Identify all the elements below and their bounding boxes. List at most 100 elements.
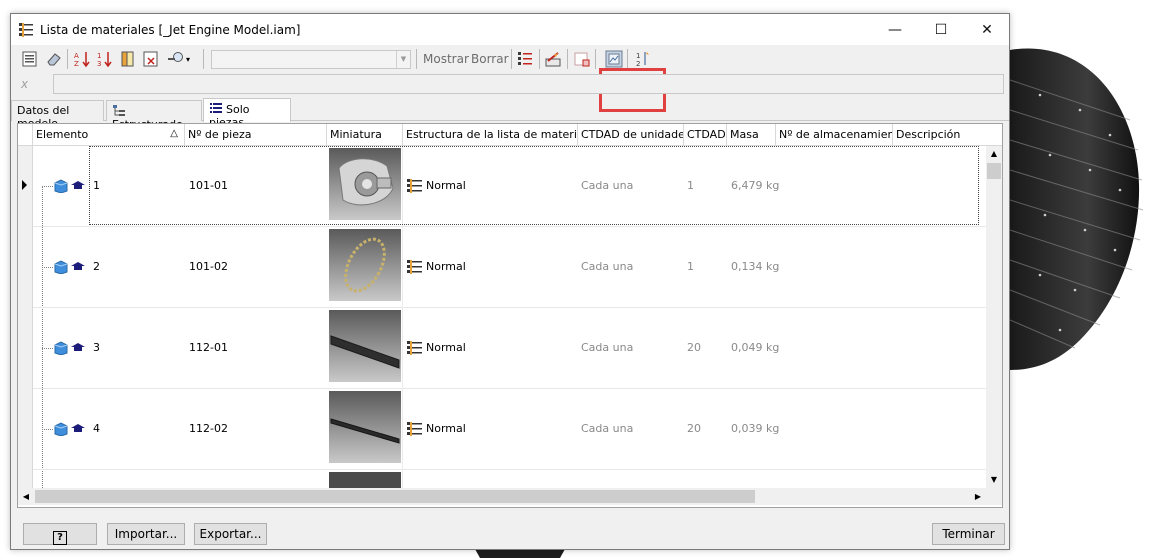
- column-header-unit-qty[interactable]: CTDAD de unidades: [578, 124, 684, 146]
- toolbar-separator: [511, 49, 512, 69]
- toolbar-separator: [567, 49, 568, 69]
- scroll-up-icon[interactable]: ▲: [986, 146, 1002, 162]
- parts-only-icon: [210, 103, 222, 113]
- row-selector[interactable]: [18, 389, 33, 470]
- scroll-right-icon[interactable]: ▶: [970, 488, 986, 505]
- svg-text:1: 1: [97, 52, 101, 60]
- table-row[interactable]: 4 112-02 Normal Cada una 20 0,039 kg: [18, 389, 986, 470]
- part-thumbnail: [329, 472, 401, 488]
- find-icon[interactable]: [167, 50, 185, 68]
- thumbnail-cell: [327, 389, 403, 470]
- column-header-stock-number[interactable]: Nº de almacenamiento: [776, 124, 893, 146]
- show-button[interactable]: Mostrar: [423, 52, 469, 66]
- quantity: 1: [687, 260, 694, 273]
- grid-header: Elemento △ Nº de pieza Miniatura Estruct…: [18, 124, 1002, 146]
- tab-bar: Datos del modelo Estructurado Solo pieza…: [11, 98, 1009, 131]
- table-row[interactable]: 1 101-01 Normal Cada una 1 6,479 kg: [18, 146, 986, 227]
- bom-structure-icon: [407, 341, 422, 355]
- toolbar: A Z 1 3 ▾ ▼ Mostrar Borrar 1 2: [11, 45, 1009, 112]
- vertical-scrollbar[interactable]: ▲ ▼: [986, 146, 1002, 488]
- tab-model-data[interactable]: Datos del modelo: [11, 100, 104, 130]
- formula-icon[interactable]: x: [21, 77, 28, 91]
- quantity: 20: [687, 341, 701, 354]
- import-button[interactable]: Importar...: [107, 523, 185, 545]
- part-icon: [54, 179, 85, 193]
- export-button[interactable]: Exportar...: [194, 523, 267, 545]
- unit-quantity: Cada una: [581, 341, 634, 354]
- row-selector[interactable]: [18, 308, 33, 389]
- bom-view-icon[interactable]: [516, 50, 534, 68]
- scroll-down-icon[interactable]: ▼: [986, 472, 1002, 488]
- renumber-items-icon[interactable]: 1 2: [634, 50, 652, 68]
- column-header-bom-structure[interactable]: Estructura de la lista de materiales: [403, 124, 578, 146]
- bom-icon: [19, 23, 33, 37]
- row-selector[interactable]: [18, 146, 33, 227]
- scroll-thumb[interactable]: [987, 163, 1001, 179]
- structured-icon: [113, 105, 125, 116]
- tree-connector: [42, 186, 53, 187]
- column-header-qty[interactable]: CTDAD: [684, 124, 727, 146]
- export-parts-icon[interactable]: [573, 50, 591, 68]
- table-row[interactable]: [18, 470, 986, 488]
- thumbnail-view-icon[interactable]: [605, 50, 623, 68]
- item-number: 4: [93, 422, 100, 435]
- tab-structured[interactable]: Estructurado: [106, 100, 202, 131]
- close-button[interactable]: ✕: [964, 14, 1010, 45]
- clear-button[interactable]: Borrar: [471, 52, 509, 66]
- item-number: 3: [93, 341, 100, 354]
- svg-text:A: A: [74, 52, 79, 60]
- filter-icon[interactable]: [142, 50, 160, 68]
- eraser-icon[interactable]: [45, 50, 63, 68]
- toolbar-separator: [595, 49, 596, 69]
- toolbar-separator: [67, 49, 68, 69]
- window-title: Lista de materiales [_Jet Engine Model.i…: [40, 23, 301, 37]
- edit-properties-icon[interactable]: [544, 50, 562, 68]
- sort-ascending-icon[interactable]: A Z: [73, 50, 91, 68]
- scroll-thumb[interactable]: [35, 490, 755, 503]
- mass: 0,039 kg: [731, 422, 780, 435]
- export-bom-icon[interactable]: [21, 50, 39, 68]
- scroll-left-icon[interactable]: ◀: [18, 488, 34, 505]
- bom-window: Lista de materiales [_Jet Engine Model.i…: [10, 13, 1010, 550]
- maximize-button[interactable]: ☐: [918, 14, 964, 45]
- chevron-down-icon[interactable]: ▼: [396, 51, 410, 68]
- row-selector[interactable]: [18, 227, 33, 308]
- toolbar-separator: [539, 49, 540, 69]
- part-icon: [54, 260, 85, 274]
- formula-input[interactable]: [53, 74, 1004, 94]
- bom-structure-icon: [407, 260, 422, 274]
- bom-structure: Normal: [426, 260, 466, 273]
- tab-parts-only[interactable]: Solo piezas: [203, 98, 291, 129]
- column-header-mass[interactable]: Masa: [727, 124, 776, 146]
- table-row[interactable]: 2 101-02 Normal Cada una 1 0,134 kg: [18, 227, 986, 308]
- header-row-selector: [18, 124, 33, 146]
- rod-thumbnail: [329, 391, 401, 463]
- horizontal-scrollbar[interactable]: ◀ ▶: [18, 488, 986, 505]
- sort-numeric-icon[interactable]: 1 3: [96, 50, 114, 68]
- table-row[interactable]: 3 112-01 Normal Cada una 20 0,049 kg: [18, 308, 986, 389]
- toolbar-separator: [627, 49, 628, 69]
- column-chooser-icon[interactable]: [119, 50, 137, 68]
- bom-structure: Normal: [426, 422, 466, 435]
- minimize-button[interactable]: —: [872, 14, 918, 45]
- column-header-description[interactable]: Descripción: [893, 124, 1002, 146]
- sort-indicator-icon: △: [170, 128, 178, 139]
- title-bar[interactable]: Lista de materiales [_Jet Engine Model.i…: [11, 14, 1009, 45]
- column-header-thumbnail[interactable]: Miniatura: [327, 124, 403, 146]
- svg-text:Z: Z: [74, 60, 79, 68]
- svg-text:2: 2: [636, 60, 640, 68]
- tree-connector: [42, 267, 53, 268]
- bom-grid: Elemento △ Nº de pieza Miniatura Estruct…: [17, 123, 1003, 508]
- help-button[interactable]: ?: [23, 523, 97, 545]
- help-icon: ?: [53, 531, 67, 545]
- toolbar-separator: [416, 49, 417, 69]
- row-selector[interactable]: [18, 470, 33, 488]
- chevron-down-icon[interactable]: ▾: [186, 55, 190, 64]
- column-header-item[interactable]: Elemento △: [33, 124, 185, 146]
- column-header-part-number[interactable]: Nº de pieza: [185, 124, 327, 146]
- thumbnail-cell: [327, 308, 403, 389]
- item-number: 2: [93, 260, 100, 273]
- filter-combo[interactable]: ▼: [211, 50, 411, 69]
- tree-connector: [42, 429, 53, 430]
- finish-button[interactable]: Terminar: [932, 523, 1005, 545]
